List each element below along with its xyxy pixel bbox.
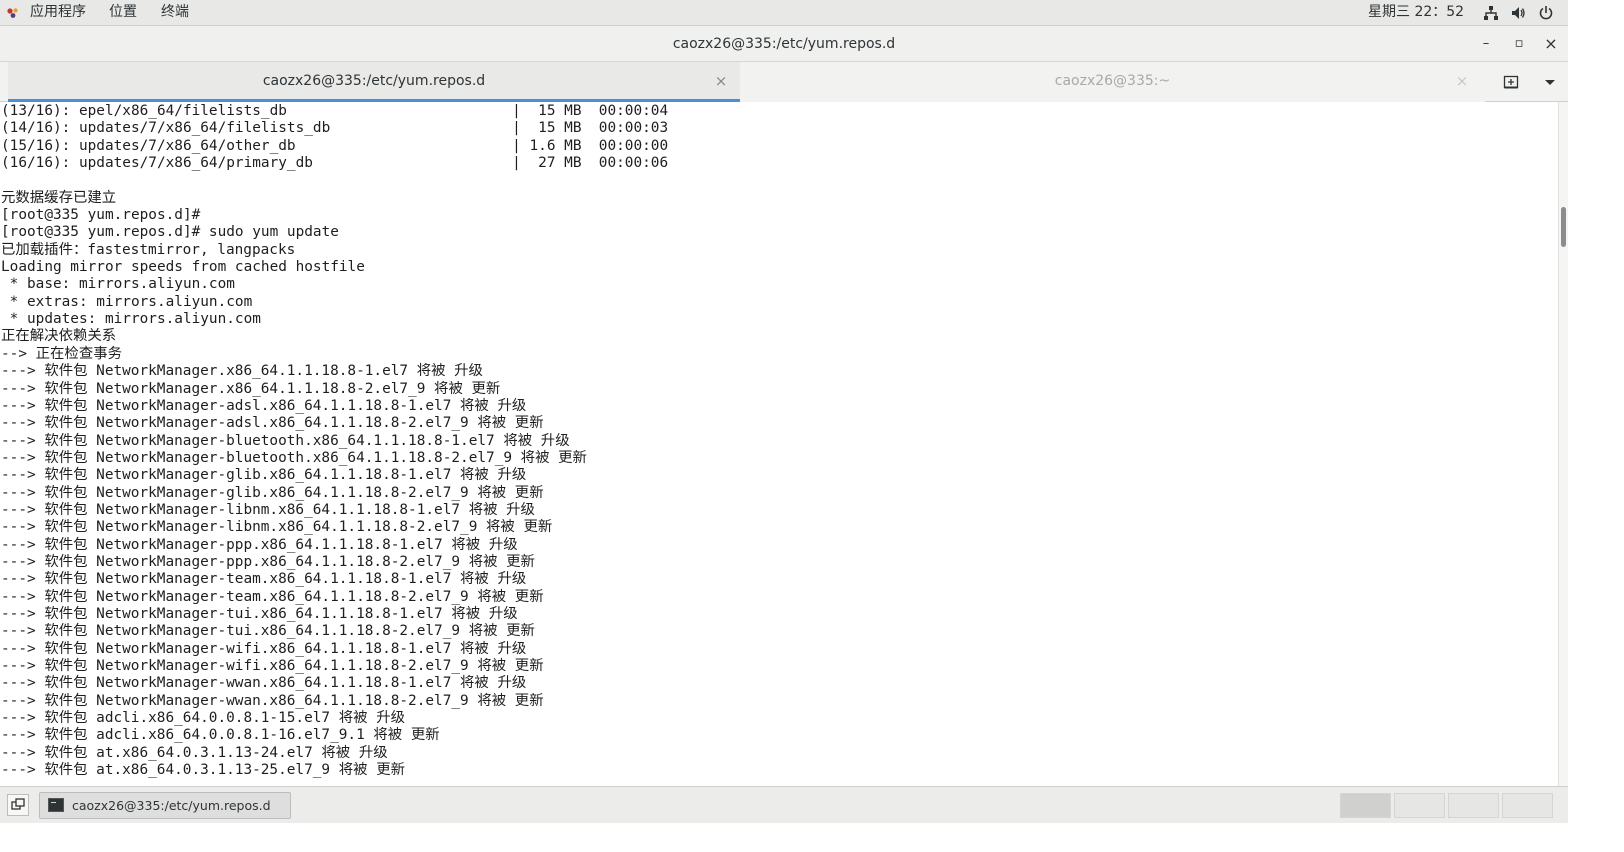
workspace-1[interactable]	[1340, 793, 1391, 818]
terminal-line: ---> 软件包 NetworkManager-glib.x86_64.1.1.…	[1, 484, 544, 501]
terminal-line: ---> 软件包 NetworkManager-ppp.x86_64.1.1.1…	[1, 553, 535, 570]
workspace-2[interactable]	[1394, 793, 1445, 818]
workspace-3[interactable]	[1448, 793, 1499, 818]
terminal-line: ---> 软件包 NetworkManager-tui.x86_64.1.1.1…	[1, 605, 518, 622]
terminal-line: ---> 软件包 NetworkManager-libnm.x86_64.1.1…	[1, 519, 553, 536]
show-desktop-icon	[11, 798, 25, 810]
network-icon[interactable]	[1483, 5, 1499, 21]
terminal-line: * base: mirrors.aliyun.com	[1, 276, 235, 293]
terminal-line: ---> 软件包 NetworkManager-glib.x86_64.1.1.…	[1, 467, 527, 484]
terminal-line: Loading mirror speeds from cached hostfi…	[1, 259, 365, 276]
terminal-line: (16/16): updates/7/x86_64/primary_db | 2…	[1, 155, 669, 172]
terminal-line: --> 正在检查事务	[1, 345, 122, 362]
terminal-line: ---> 软件包 NetworkManager.x86_64.1.1.18.8-…	[1, 380, 501, 397]
terminal-line: * updates: mirrors.aliyun.com	[1, 311, 261, 328]
window-title: caozx26@335:/etc/yum.repos.d	[672, 36, 896, 52]
terminal-line: [root@335 yum.repos.d]#	[1, 207, 209, 224]
terminal-line: ---> 软件包 NetworkManager-tui.x86_64.1.1.1…	[1, 623, 535, 640]
top-panel: 应用程序 位置 终端 星期三 22：52	[0, 0, 1568, 26]
terminal-line: ---> 软件包 NetworkManager-adsl.x86_64.1.1.…	[1, 397, 527, 414]
taskbar-window-label: caozx26@335:/etc/yum.repos.d	[72, 798, 271, 813]
volume-icon[interactable]	[1510, 5, 1526, 21]
terminal-line: ---> 软件包 NetworkManager-wifi.x86_64.1.1.…	[1, 640, 527, 657]
new-tab-icon[interactable]	[1503, 74, 1519, 90]
clock[interactable]: 星期三 22：52	[1368, 0, 1464, 26]
terminal-line: ---> 软件包 adcli.x86_64.0.0.8.1-16.el7_9.1…	[1, 727, 440, 744]
terminal-line: ---> 软件包 NetworkManager-wwan.x86_64.1.1.…	[1, 692, 544, 709]
terminal-line: ---> 软件包 NetworkManager-bluetooth.x86_64…	[1, 432, 570, 449]
power-icon[interactable]	[1538, 5, 1554, 21]
terminal-scrollbar[interactable]	[1558, 102, 1568, 786]
terminal-line: ---> 软件包 NetworkManager-team.x86_64.1.1.…	[1, 588, 544, 605]
bottom-taskbar: caozx26@335:/etc/yum.repos.d	[0, 786, 1568, 823]
close-window-button[interactable]: ×	[1542, 35, 1560, 53]
terminal-line: (14/16): updates/7/x86_64/filelists_db |…	[1, 120, 669, 137]
workspace-4[interactable]	[1502, 793, 1553, 818]
terminal-line: * extras: mirrors.aliyun.com	[1, 293, 253, 310]
tab-close-icon[interactable]: ×	[714, 73, 728, 89]
terminal-line: ---> 软件包 NetworkManager-wwan.x86_64.1.1.…	[1, 675, 527, 692]
tab-label: caozx26@335:~	[1054, 73, 1171, 89]
taskbar-window-button[interactable]: caozx26@335:/etc/yum.repos.d	[39, 792, 291, 819]
show-desktop-button[interactable]	[7, 794, 29, 816]
places-menu[interactable]: 位置	[109, 0, 137, 26]
terminal-line: ---> 软件包 NetworkManager-team.x86_64.1.1.…	[1, 571, 527, 588]
terminal-line: ---> 软件包 adcli.x86_64.0.0.8.1-15.el7 将被 …	[1, 710, 405, 727]
terminal-line: 已加载插件：fastestmirror, langpacks	[1, 241, 296, 258]
terminal-line: ---> 软件包 NetworkManager.x86_64.1.1.18.8-…	[1, 363, 483, 380]
maximize-button[interactable]: ▫	[1510, 35, 1528, 53]
terminal-line: ---> 软件包 at.x86_64.0.3.1.13-24.el7 将被 升级	[1, 744, 388, 761]
terminal-app-menu[interactable]: 终端	[161, 0, 189, 26]
terminal-line: 元数据缓存已建立	[1, 189, 117, 206]
terminal-line: ---> 软件包 NetworkManager-libnm.x86_64.1.1…	[1, 501, 535, 518]
tab-close-icon[interactable]: ×	[1455, 73, 1469, 89]
terminal-line: ---> 软件包 at.x86_64.0.3.1.13-25.el7_9 将被 …	[1, 762, 405, 779]
applications-menu[interactable]: 应用程序	[30, 0, 86, 26]
applications-icon	[7, 8, 18, 18]
terminal-line: ---> 软件包 NetworkManager-wifi.x86_64.1.1.…	[1, 658, 544, 674]
tab-yum-repos[interactable]: caozx26@335:/etc/yum.repos.d ×	[8, 62, 740, 102]
window-titlebar[interactable]: caozx26@335:/etc/yum.repos.d – ▫ ×	[0, 26, 1568, 62]
tab-bar: caozx26@335:/etc/yum.repos.d × caozx26@3…	[0, 62, 1568, 102]
tab-label: caozx26@335:/etc/yum.repos.d	[262, 73, 486, 89]
terminal-line: ---> 软件包 NetworkManager-adsl.x86_64.1.1.…	[1, 415, 544, 432]
minimize-button[interactable]: –	[1477, 35, 1495, 53]
terminal-icon	[48, 798, 64, 812]
terminal-output: (13/16): epel/x86_64/filelists_db | 15 M…	[1, 103, 668, 779]
terminal-view[interactable]: (13/16): epel/x86_64/filelists_db | 15 M…	[0, 102, 1558, 786]
scrollbar-thumb[interactable]	[1561, 207, 1566, 247]
terminal-line: 正在解决依赖关系	[1, 328, 117, 345]
tab-home[interactable]: caozx26@335:~ ×	[740, 62, 1485, 102]
terminal-line: ---> 软件包 NetworkManager-ppp.x86_64.1.1.1…	[1, 536, 518, 553]
terminal-line: [root@335 yum.repos.d]# sudo yum update	[1, 224, 339, 241]
terminal-line: (15/16): updates/7/x86_64/other_db | 1.6…	[1, 137, 669, 154]
terminal-line: (13/16): epel/x86_64/filelists_db | 15 M…	[1, 103, 669, 119]
tab-menu-chevron-down-icon[interactable]	[1542, 74, 1558, 90]
terminal-line: ---> 软件包 NetworkManager-bluetooth.x86_64…	[1, 449, 587, 466]
